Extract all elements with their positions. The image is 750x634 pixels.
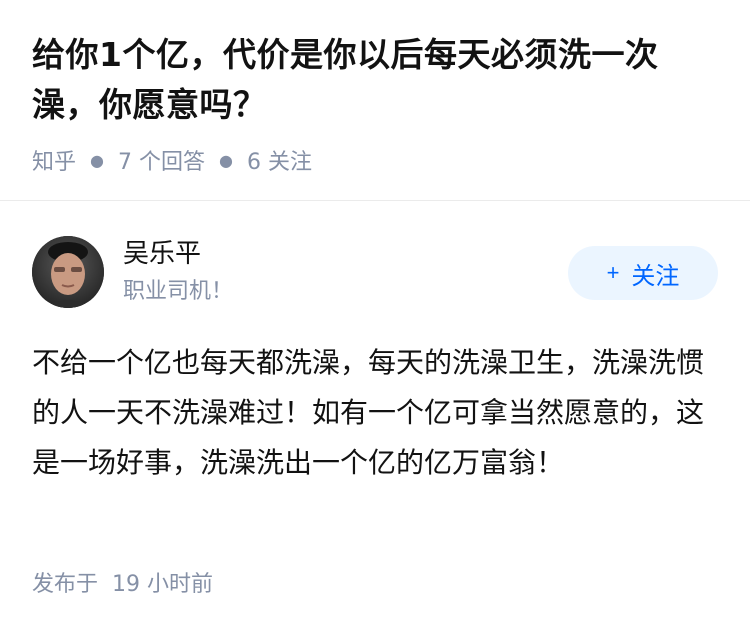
section-divider: [0, 200, 750, 201]
separator-dot: ●: [218, 150, 233, 170]
follow-button[interactable]: + 关注: [568, 246, 718, 300]
question-header: 给你1个亿，代价是你以后每天必须洗一次澡，你愿意吗？ 知乎 ● 7 个回答 ● …: [32, 30, 722, 176]
avatar[interactable]: [32, 236, 104, 308]
question-meta: 知乎 ● 7 个回答 ● 6 关注: [32, 144, 722, 176]
published-time: 19 小时前: [112, 572, 214, 597]
author-card: 吴乐平 职业司机！ + 关注: [32, 236, 718, 310]
follow-label: 关注: [631, 262, 680, 290]
author-bio: 职业司机！: [123, 279, 234, 304]
question-title[interactable]: 给你1个亿，代价是你以后每天必须洗一次澡，你愿意吗？: [32, 30, 722, 130]
published-label: 发布于: [32, 572, 99, 597]
answer-content: 不给一个亿也每天都洗澡，每天的洗澡卫生，洗澡洗惯的人一天不洗澡难过！如有一个亿可…: [32, 346, 705, 479]
author-name[interactable]: 吴乐平: [123, 236, 201, 272]
follower-count[interactable]: 6 关注: [247, 144, 312, 176]
source-label[interactable]: 知乎: [32, 144, 76, 176]
separator-dot: ●: [90, 150, 104, 170]
answer-count[interactable]: 7 个回答: [118, 144, 205, 176]
avatar-photo-icon: [32, 236, 104, 308]
plus-icon: +: [606, 260, 620, 285]
answer-footer: 发布于 19 小时前: [32, 566, 213, 598]
